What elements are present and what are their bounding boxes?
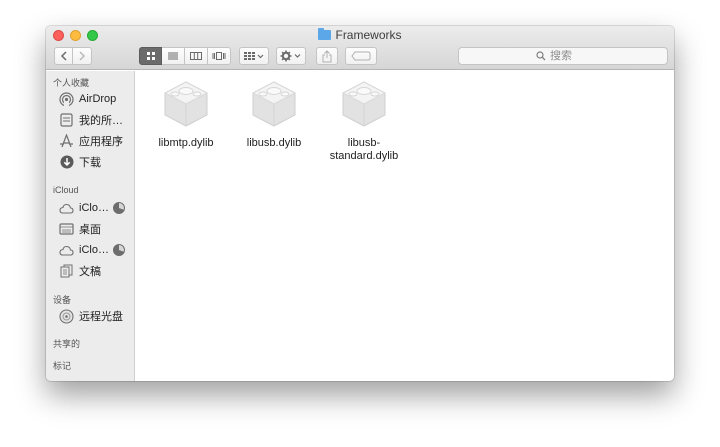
back-button[interactable] [54,47,73,65]
sidebar-item-label: iClo… [79,202,109,214]
all-files-icon [59,113,74,128]
sidebar-item-all-files[interactable]: 我的所… [46,110,135,130]
downloads-icon [59,155,74,170]
sidebar-item-label: 应用程序 [79,136,123,148]
list-view-button[interactable] [162,47,185,65]
arrange-button[interactable] [239,47,269,65]
search-icon [536,51,546,61]
file-item[interactable]: libmtp.dylib [141,79,231,150]
share-icon [322,49,332,62]
column-view-button[interactable] [185,47,208,65]
sidebar-item-label: 下载 [79,157,101,169]
window-title: Frameworks [46,28,674,42]
sidebar-item-label: 远程光盘 [79,311,123,323]
forward-button[interactable] [73,47,92,65]
chevron-right-icon [79,51,86,61]
sidebar-item-applications[interactable]: 应用程序 [46,131,135,151]
share-button[interactable] [316,47,338,65]
coverflow-view-button[interactable] [208,47,231,65]
sidebar: 个人收藏 AirDrop 我的所… 应用程序 下载 iCloud iClo… 桌… [46,71,135,381]
sidebar-item-airdrop[interactable]: AirDrop [46,89,135,109]
storage-usage-pie-icon [112,244,125,256]
file-name-line-1: libusb- [347,137,381,149]
file-name: libusb.dylib [246,137,302,149]
dylib-icon [341,81,387,127]
sidebar-item-label: 桌面 [79,224,101,236]
cloud-icon [59,243,74,258]
arrange-grid-icon [244,52,264,60]
sidebar-item-icloud-other[interactable]: iClo… [46,240,135,260]
sidebar-heading-tags: 标记 [53,361,72,371]
search-input[interactable] [550,50,590,62]
sidebar-heading-shared: 共享的 [53,339,81,349]
cloud-icon [59,201,74,216]
window-title-text: Frameworks [335,28,402,42]
file-browser-content: libmtp.dylib libusb.dylib libusb- standa… [136,71,674,381]
sidebar-item-remote-disc[interactable]: 远程光盘 [46,306,135,326]
chevron-left-icon [60,51,67,61]
file-item[interactable]: libusb- standard.dylib [319,79,409,163]
icon-view-button[interactable] [139,47,162,65]
tag-icon [351,51,371,61]
sidebar-heading-devices: 设备 [53,295,72,305]
file-name: libusb- standard.dylib [319,137,409,163]
airdrop-icon [59,91,74,107]
title-bar: Frameworks [46,26,674,70]
documents-icon [59,264,74,279]
sidebar-item-label: AirDrop [79,93,117,105]
action-button[interactable] [276,47,306,65]
sidebar-item-desktop[interactable]: 桌面 [46,219,135,239]
dylib-icon [251,81,297,127]
sidebar-item-label: iClo… [79,244,109,256]
file-name-line-2: standard.dylib [329,150,399,162]
sidebar-item-label: 我的所… [79,115,123,127]
icon-view-icon [146,52,155,60]
sidebar-item-documents[interactable]: 文稿 [46,261,135,281]
file-name: libmtp.dylib [158,137,214,149]
gear-icon [280,50,301,62]
view-mode-selector [139,47,231,65]
optical-disc-icon [59,308,74,324]
sidebar-item-icloud-drive[interactable]: iClo… [46,198,135,218]
sidebar-item-label: 文稿 [79,266,101,278]
storage-usage-pie-icon [112,202,125,214]
search-field[interactable] [458,47,668,65]
sidebar-item-downloads[interactable]: 下载 [46,152,135,172]
coverflow-view-icon [212,52,226,60]
finder-window: Frameworks 搜索 个人收藏 AirDrop 我的所… 应用程序 下载 … [46,26,674,381]
desktop-icon [59,222,74,237]
folder-icon [318,28,332,40]
sidebar-heading-icloud: iCloud [53,185,79,195]
file-item[interactable]: libusb.dylib [229,79,319,150]
tags-button[interactable] [345,47,377,65]
column-view-icon [190,52,202,60]
sidebar-heading-favorites: 个人收藏 [53,78,90,88]
dylib-icon [163,81,209,127]
applications-icon [59,134,74,149]
list-view-icon [168,52,178,60]
